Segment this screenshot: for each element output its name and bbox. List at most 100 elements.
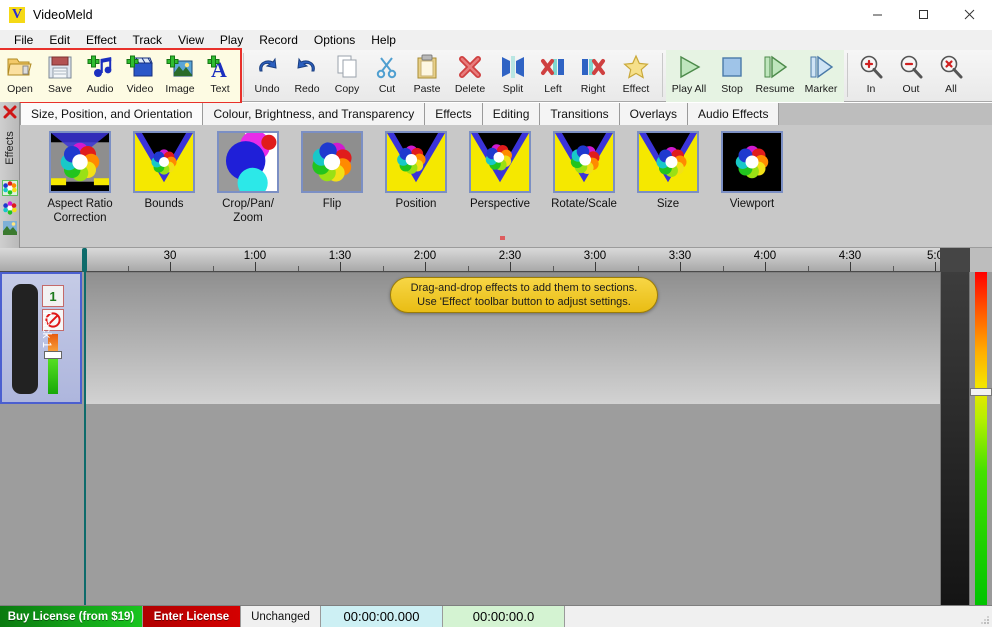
ruler-tick-label: 3:30 [668, 250, 692, 262]
photo-thumb-icon[interactable] [2, 220, 18, 236]
crop-pan-zoom-thumb[interactable] [217, 131, 279, 193]
tab-colour-brightness-and-transparency[interactable]: Colour, Brightness, and Transparency [203, 103, 426, 125]
resume-icon [760, 53, 790, 81]
toolbar-button-redo[interactable]: Redo [287, 50, 327, 100]
toolbar-button-text[interactable]: A Text [200, 50, 240, 100]
tab-label: Audio Effects [697, 107, 769, 121]
ruler-tick-label: 1:00 [243, 250, 267, 262]
toolbar-button-out[interactable]: Out [891, 50, 931, 100]
effect-item-size[interactable]: Size [626, 131, 710, 211]
effects-panel: Viewport Size Rotate/Scale Perspective Posit… [20, 125, 992, 313]
tab-transitions[interactable]: Transitions [540, 103, 620, 125]
menu-item-play[interactable]: Play [212, 31, 251, 49]
rotate-scale-thumb[interactable] [553, 131, 615, 193]
menu-item-record[interactable]: Record [251, 31, 306, 49]
toolbar-button-audio[interactable]: Audio [80, 50, 120, 100]
toolbar-button-delete[interactable]: Delete [447, 50, 493, 100]
toolbar-button-in[interactable]: In [851, 50, 891, 100]
tab-label: Size, Position, and Orientation [31, 107, 193, 121]
toolbar-button-cut[interactable]: Cut [367, 50, 407, 100]
effect-item-rotate-scale[interactable]: Rotate/Scale [542, 131, 626, 211]
timeline-vertical-scrollbar[interactable] [940, 272, 970, 605]
buy-license-button[interactable]: Buy License (from $19) [0, 606, 143, 627]
timeline-empty-area[interactable] [86, 404, 940, 605]
toolbar-button-save[interactable]: Save [40, 50, 80, 100]
toolbar-button-effect[interactable]: Effect [613, 50, 659, 100]
split-icon [498, 53, 528, 81]
zoom-in-icon [856, 53, 886, 81]
effect-item-label: Size [656, 198, 680, 210]
size-thumb[interactable] [637, 131, 699, 193]
minimize-button[interactable] [854, 0, 900, 30]
toolbar-button-resume[interactable]: Resume [752, 50, 798, 100]
toolbar-button-open[interactable]: Open [0, 50, 40, 100]
toolbar-button-label: Right [580, 83, 606, 95]
tab-size-position-and-orientation[interactable]: Size, Position, and Orientation [20, 103, 204, 125]
effect-item-viewport[interactable]: Viewport [710, 131, 794, 211]
toolbar-button-image[interactable]: Image [160, 50, 200, 100]
effect-item-label: Crop/Pan/ Zoom [222, 198, 274, 224]
maximize-button[interactable] [900, 0, 946, 30]
toolbar-button-label: Resume [755, 83, 795, 95]
ruler-tick-major [425, 262, 426, 271]
color-wheel-icon[interactable] [2, 180, 18, 196]
toolbar-button-label: Delete [454, 83, 486, 95]
menu-item-effect[interactable]: Effect [78, 31, 124, 49]
ruler-tick-major [255, 262, 256, 271]
toolbar-button-video[interactable]: Video [120, 50, 160, 100]
bounds-thumb[interactable] [133, 131, 195, 193]
ruler-dark-end [940, 248, 970, 272]
aspect-ratio-thumb[interactable] [49, 131, 111, 193]
menu-item-options[interactable]: Options [306, 31, 363, 49]
flip-thumb[interactable] [301, 131, 363, 193]
app-logo-icon: V [9, 6, 25, 23]
menu-item-edit[interactable]: Edit [41, 31, 78, 49]
track-number-badge[interactable]: 1 [42, 285, 64, 307]
tab-overlays[interactable]: Overlays [619, 103, 688, 125]
toolbar-button-label: Undo [254, 83, 280, 95]
perspective-thumb[interactable] [469, 131, 531, 193]
timeline-ruler[interactable]: 30 1:00 1:30 2:00 2:30 3:00 3:30 4:00 4:30 5:0 [0, 248, 940, 272]
effect-item-crop-pan-zoom[interactable]: Crop/Pan/ Zoom [206, 131, 290, 225]
tab-audio-effects[interactable]: Audio Effects [687, 103, 780, 125]
color-wheel-alt-icon[interactable] [2, 200, 18, 216]
toolbar-button-marker[interactable]: Marker [798, 50, 844, 100]
toolbar-button-label: Video [126, 83, 154, 95]
effect-item-perspective[interactable]: Perspective [458, 131, 542, 211]
playhead-handle[interactable] [82, 248, 87, 272]
red-x-close-icon[interactable] [2, 104, 18, 120]
menu-item-view[interactable]: View [170, 31, 212, 49]
redo-arrow-icon [292, 53, 322, 81]
viewport-thumb[interactable] [721, 131, 783, 193]
tab-effects[interactable]: Effects [425, 103, 483, 125]
resize-grip-icon[interactable] [978, 613, 990, 625]
position-thumb[interactable] [385, 131, 447, 193]
toolbar-button-label: Effect [622, 83, 650, 95]
toolbar-button-stop[interactable]: Stop [712, 50, 752, 100]
toolbar-button-paste[interactable]: Paste [407, 50, 447, 100]
effect-item-flip[interactable]: Flip [290, 131, 374, 211]
toolbar-button-label: Marker [804, 83, 838, 95]
toolbar-button-all[interactable]: All [931, 50, 971, 100]
toolbar-button-play-all[interactable]: Play All [666, 50, 712, 100]
ruler-tick-minor [382, 266, 384, 271]
toolbar-button-right[interactable]: Right [573, 50, 613, 100]
toolbar-button-undo[interactable]: Undo [247, 50, 287, 100]
effect-item-aspect-ratio-correction[interactable]: Aspect Ratio Correction [38, 131, 122, 225]
vu-meter-handle[interactable] [970, 388, 992, 396]
menu-item-help[interactable]: Help [363, 31, 404, 49]
toolbar-button-left[interactable]: Left [533, 50, 573, 100]
toolbar-button-split[interactable]: Split [493, 50, 533, 100]
effect-item-label: Position [395, 198, 437, 210]
toolbar-button-label: Copy [334, 83, 360, 95]
menu-item-file[interactable]: File [6, 31, 41, 49]
toolbar-button-copy[interactable]: Copy [327, 50, 367, 100]
effect-item-position[interactable]: Position [374, 131, 458, 211]
floppy-disk-icon [45, 53, 75, 81]
tab-editing[interactable]: Editing [482, 103, 541, 125]
menu-item-track[interactable]: Track [125, 31, 171, 49]
enter-license-button[interactable]: Enter License [143, 606, 241, 627]
effect-item-bounds[interactable]: Bounds [122, 131, 206, 211]
close-button[interactable] [946, 0, 992, 30]
track-header[interactable]: 1 Track 1 [0, 272, 82, 404]
